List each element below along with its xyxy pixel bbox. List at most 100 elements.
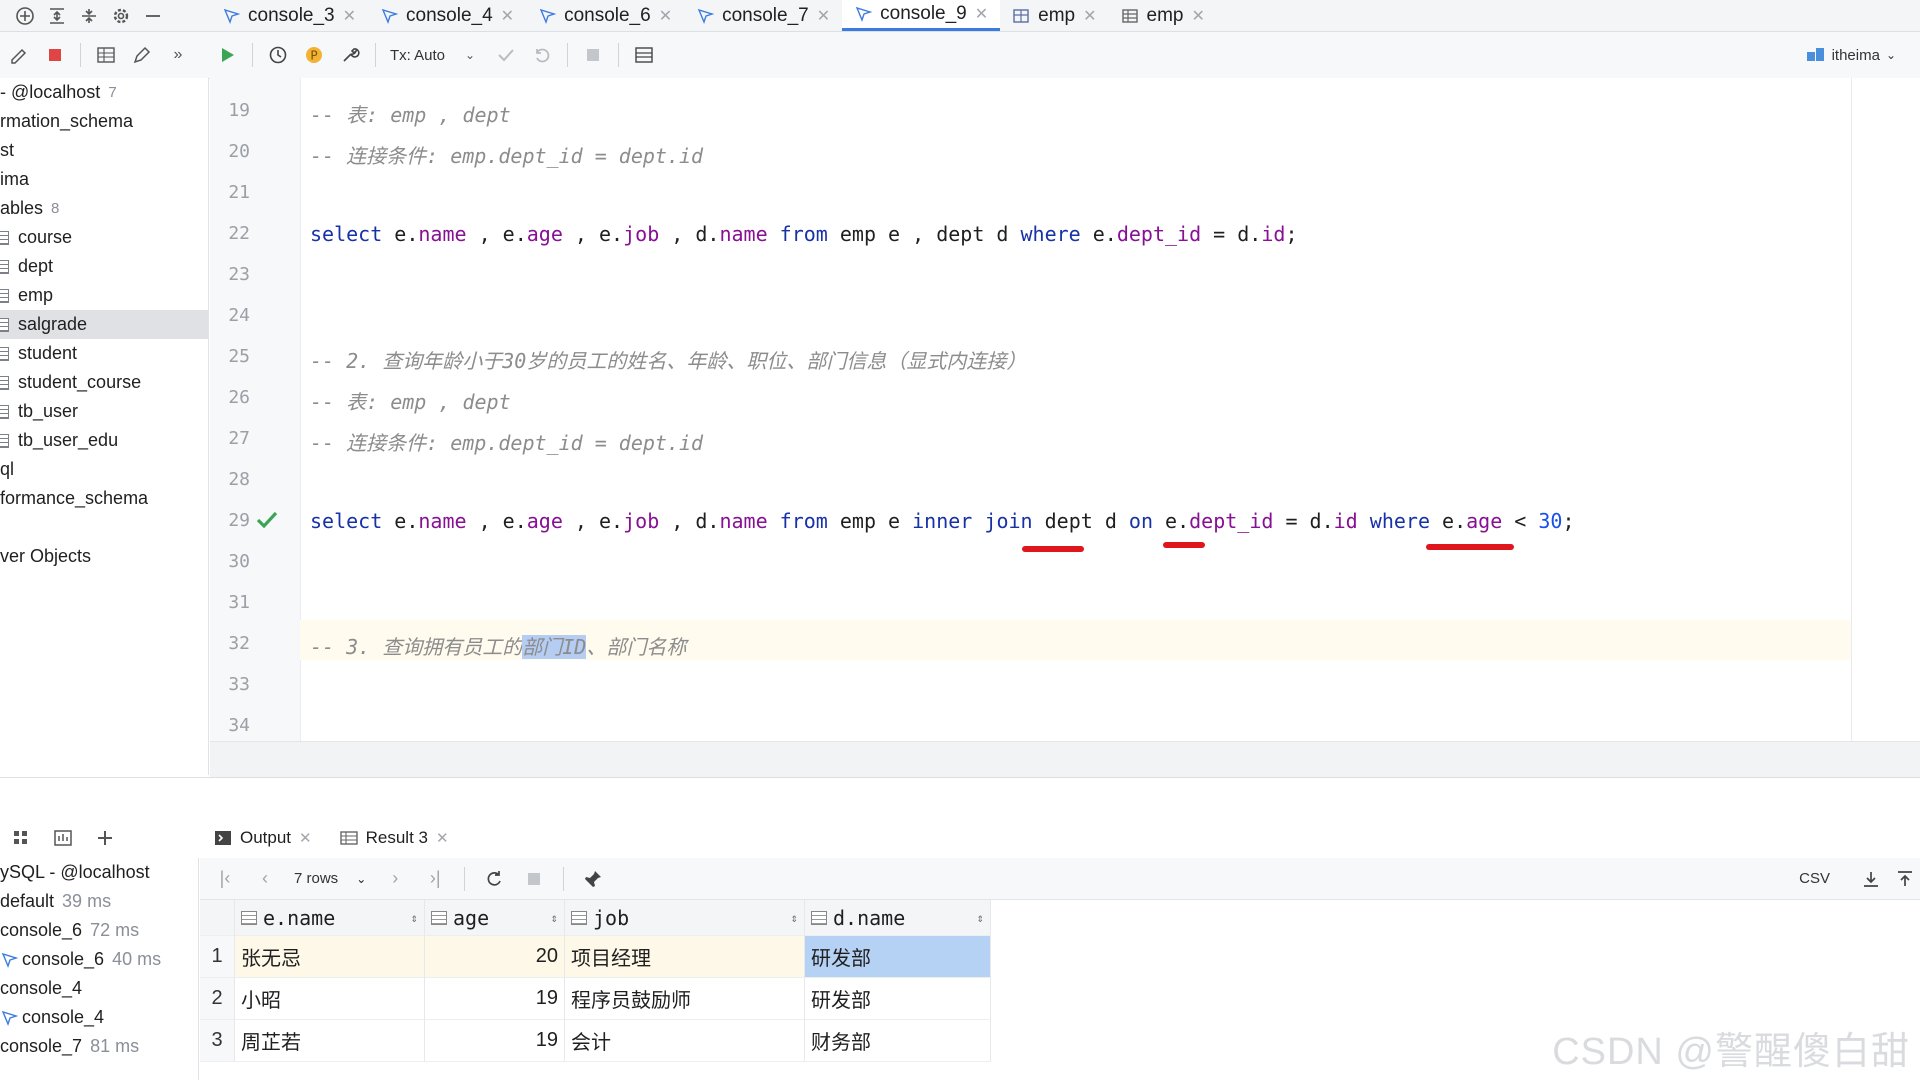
cell-age[interactable]: 19 — [425, 1020, 565, 1062]
tree-item-student-course[interactable]: student_course — [0, 368, 208, 397]
close-icon[interactable]: ✕ — [817, 6, 830, 26]
tree-item-server-objects[interactable]: ver Objects — [0, 542, 208, 571]
cell-name[interactable]: 张无忌 — [235, 936, 425, 978]
sort-icon[interactable]: ⇕ — [551, 911, 558, 925]
service-time: 40 ms — [112, 949, 162, 969]
sort-icon[interactable]: ⇕ — [791, 911, 798, 925]
tab-console-9[interactable]: console_9 ✕ — [842, 0, 1001, 31]
service-item[interactable]: console_4 — [0, 974, 198, 1003]
group-icon[interactable] — [10, 827, 32, 849]
tx-mode-dropdown[interactable]: Tx: Auto — [390, 47, 445, 64]
tree-item-tables[interactable]: ables 8 — [0, 194, 208, 223]
close-icon[interactable]: ✕ — [436, 829, 449, 847]
service-item[interactable]: console_7 81 ms — [0, 1032, 198, 1061]
tree-item-st[interactable]: st — [0, 136, 208, 165]
cell-age[interactable]: 20 — [425, 936, 565, 978]
table-row[interactable]: 1 张无忌 20 项目经理 研发部 — [200, 936, 991, 978]
close-icon[interactable]: ✕ — [659, 6, 672, 26]
tree-item-performance-schema[interactable]: formance_schema — [0, 484, 208, 513]
cell-job[interactable]: 会计 — [565, 1020, 805, 1062]
row-count-dropdown[interactable]: 7 rows — [294, 870, 338, 887]
run-icon[interactable] — [216, 44, 238, 66]
cell-dept[interactable]: 研发部 — [805, 936, 991, 978]
tab-console-3[interactable]: console_3 ✕ — [210, 0, 368, 31]
tree-item-sql[interactable]: ql — [0, 455, 208, 484]
close-icon[interactable]: ✕ — [975, 4, 988, 24]
column-header[interactable]: job ⇕ — [565, 900, 805, 936]
gear-icon[interactable] — [110, 5, 132, 27]
rollback-icon[interactable] — [531, 44, 553, 66]
properties-icon[interactable] — [8, 44, 30, 66]
wrench-icon[interactable] — [339, 44, 361, 66]
prev-page-icon[interactable]: ‹ — [254, 868, 276, 890]
close-icon[interactable]: ✕ — [343, 6, 356, 26]
sort-icon[interactable]: ⇕ — [411, 911, 418, 925]
tree-item-salgrade[interactable]: salgrade — [0, 310, 208, 339]
cell-job[interactable]: 程序员鼓励师 — [565, 978, 805, 1020]
history-icon[interactable] — [267, 44, 289, 66]
tree-item-tb-user-edu[interactable]: tb_user_edu — [0, 426, 208, 455]
add-datasource-icon[interactable] — [14, 5, 36, 27]
expand-all-icon[interactable] — [46, 5, 68, 27]
service-item[interactable]: ySQL - @localhost — [0, 858, 198, 887]
filter-icon[interactable] — [52, 827, 74, 849]
refresh-icon[interactable] — [483, 868, 505, 890]
service-item[interactable]: default 39 ms — [0, 887, 198, 916]
next-page-icon[interactable]: › — [384, 868, 406, 890]
tab-emp-table[interactable]: emp ✕ — [1109, 0, 1217, 31]
output-layout-icon[interactable] — [633, 44, 655, 66]
tree-item-tb-user[interactable]: tb_user — [0, 397, 208, 426]
tab-output[interactable]: Output ✕ — [200, 818, 326, 858]
tree-item-schema[interactable]: ima — [0, 165, 208, 194]
service-item[interactable]: console_6 72 ms — [0, 916, 198, 945]
cell-dept[interactable]: 研发部 — [805, 978, 991, 1020]
sort-icon[interactable]: ⇕ — [977, 911, 984, 925]
column-header[interactable]: d.name ⇕ — [805, 900, 991, 936]
tab-result[interactable]: Result 3 ✕ — [326, 818, 463, 858]
service-item[interactable]: console_4 — [0, 1003, 198, 1032]
stop-icon[interactable] — [523, 868, 545, 890]
profile-icon[interactable]: P — [303, 44, 325, 66]
table-row[interactable]: 2 小昭 19 程序员鼓励师 研发部 — [200, 978, 991, 1020]
add-icon[interactable] — [94, 827, 116, 849]
chevron-down-icon[interactable]: ⌄ — [459, 44, 481, 66]
table-view-icon[interactable] — [95, 44, 117, 66]
cell-name[interactable]: 周芷若 — [235, 1020, 425, 1062]
download-icon[interactable] — [1860, 868, 1882, 890]
close-icon[interactable]: ✕ — [1083, 6, 1096, 26]
first-page-icon[interactable]: |‹ — [214, 868, 236, 890]
last-page-icon[interactable]: ›| — [424, 868, 446, 890]
column-header[interactable]: e.name ⇕ — [235, 900, 425, 936]
close-icon[interactable]: ✕ — [501, 6, 514, 26]
cell-age[interactable]: 19 — [425, 978, 565, 1020]
close-icon[interactable]: ✕ — [1192, 6, 1205, 26]
datasource-selector[interactable]: itheima ⌄ — [1806, 32, 1896, 78]
service-item[interactable]: console_6 40 ms — [0, 945, 198, 974]
tree-item-course[interactable]: course — [0, 223, 208, 252]
tree-item-localhost[interactable]: - @localhost 7 — [0, 78, 208, 107]
cancel-query-icon[interactable] — [582, 44, 604, 66]
cell-dept[interactable]: 财务部 — [805, 1020, 991, 1062]
commit-icon[interactable] — [495, 44, 517, 66]
export-format-dropdown[interactable]: CSV — [1799, 870, 1830, 887]
table-row[interactable]: 3 周芷若 19 会计 财务部 — [200, 1020, 991, 1062]
collapse-all-icon[interactable] — [78, 5, 100, 27]
more-icon[interactable]: » — [167, 44, 189, 66]
tab-console-7[interactable]: console_7 ✕ — [684, 0, 842, 31]
tab-emp-edit[interactable]: emp ✕ — [1000, 0, 1108, 31]
cell-job[interactable]: 项目经理 — [565, 936, 805, 978]
tree-item-dept[interactable]: dept — [0, 252, 208, 281]
stop-icon[interactable] — [44, 44, 66, 66]
cell-name[interactable]: 小昭 — [235, 978, 425, 1020]
tree-item-student[interactable]: student — [0, 339, 208, 368]
pin-icon[interactable] — [582, 868, 604, 890]
tab-console-4[interactable]: console_4 ✕ — [368, 0, 526, 31]
tree-item-emp[interactable]: emp — [0, 281, 208, 310]
upload-icon[interactable] — [1894, 868, 1916, 890]
close-icon[interactable]: ✕ — [299, 829, 312, 847]
tree-item-information-schema[interactable]: rmation_schema — [0, 107, 208, 136]
edit-icon[interactable] — [131, 44, 153, 66]
tab-console-6[interactable]: console_6 ✕ — [526, 0, 684, 31]
column-header[interactable]: age ⇕ — [425, 900, 565, 936]
minimize-icon[interactable] — [142, 5, 164, 27]
